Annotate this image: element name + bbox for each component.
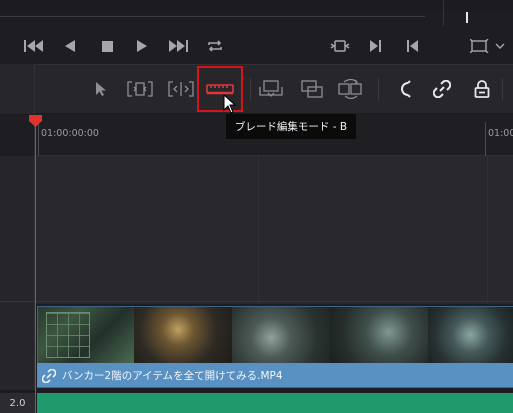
snapping-icon[interactable] <box>389 74 419 104</box>
overwrite-clip-icon[interactable] <box>297 74 327 104</box>
replace-clip-icon[interactable] <box>336 74 366 104</box>
toolbar-separator <box>502 78 503 100</box>
clip-thumbnail <box>134 307 232 363</box>
next-edit-icon[interactable] <box>366 36 386 56</box>
step-back-icon[interactable] <box>60 36 80 56</box>
blade-tooltip: ブレード編集モード - B <box>226 114 356 139</box>
play-icon[interactable] <box>132 36 152 56</box>
video-track-header <box>0 156 35 304</box>
link-icon <box>41 368 57 384</box>
playhead-marker[interactable] <box>28 114 43 128</box>
viewer-size-dropdown[interactable] <box>468 36 510 56</box>
grid-line <box>487 156 488 304</box>
track-divider <box>0 390 513 392</box>
selection-tool-icon[interactable] <box>86 74 116 104</box>
video-clip-track-header <box>0 304 35 390</box>
clip-thumbnail <box>428 307 513 363</box>
timecode-start: 01:00:00:00 <box>41 128 99 139</box>
clip-thumbnail <box>232 307 330 363</box>
last-frame-icon[interactable] <box>166 36 190 56</box>
dynamic-trim-tool-icon[interactable] <box>166 74 196 104</box>
insert-clip-icon[interactable] <box>256 74 286 104</box>
clip-title: バンカー2階のアイテムを全て開けてみる.MP4 <box>62 370 283 382</box>
grid-line <box>258 156 259 304</box>
timecode-right: 01:00 <box>488 128 513 139</box>
match-frame-icon[interactable] <box>328 36 352 56</box>
toolbar-track-header <box>0 64 35 114</box>
audio-clip[interactable] <box>37 393 513 413</box>
viewer-area <box>0 0 513 10</box>
mouse-cursor-icon <box>223 94 237 114</box>
first-frame-icon[interactable] <box>22 36 46 56</box>
toolbar-separator <box>250 78 251 100</box>
linked-selection-icon[interactable] <box>427 74 457 104</box>
viewer-jog-handle[interactable] <box>466 12 468 23</box>
stop-icon[interactable] <box>97 36 117 56</box>
position-lock-icon[interactable] <box>467 74 497 104</box>
loop-icon[interactable] <box>204 36 226 56</box>
toolbar-separator <box>378 78 379 100</box>
thumb-grid <box>46 312 90 358</box>
empty-video-track[interactable] <box>35 156 513 304</box>
prev-edit-icon[interactable] <box>402 36 422 56</box>
ruler-tick <box>485 122 486 156</box>
playhead-line[interactable] <box>35 118 36 413</box>
viewer-scrub-bar[interactable] <box>0 16 425 17</box>
track-divider <box>0 301 513 302</box>
audio-track-label: 2.0 <box>0 393 35 413</box>
clip-thumbnail <box>330 307 428 363</box>
trim-edit-tool-icon[interactable] <box>125 74 155 104</box>
